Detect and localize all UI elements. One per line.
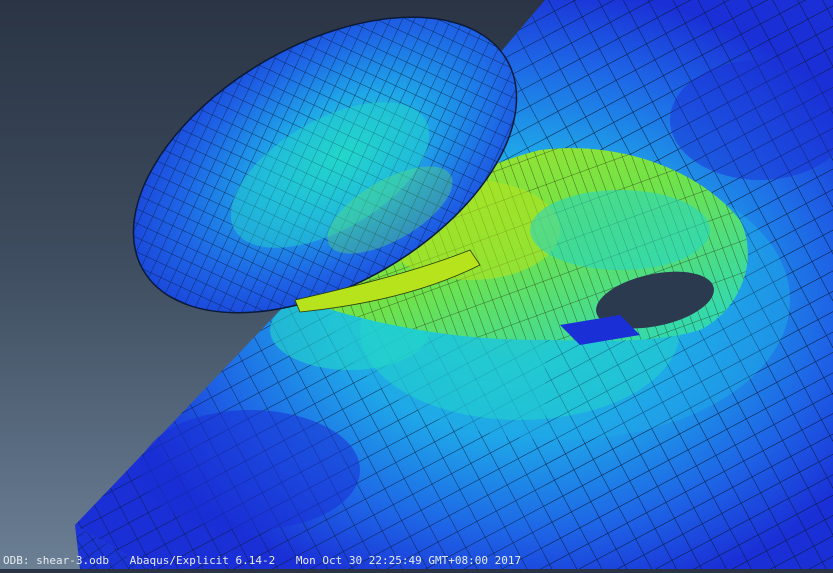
- solver-version: Abaqus/Explicit 6.14-2: [129, 554, 276, 567]
- timestamp: Mon Oct 30 22:25:49 GMT+08:00 2017: [295, 554, 522, 567]
- fe-mesh-scene: [75, 0, 833, 569]
- model-viewport[interactable]: ODB: shear-3.odb Abaqus/Explicit 6.14-2 …: [0, 0, 833, 569]
- status-bar: ODB: shear-3.odb Abaqus/Explicit 6.14-2 …: [0, 553, 535, 569]
- odb-name: ODB: shear-3.odb: [3, 554, 109, 567]
